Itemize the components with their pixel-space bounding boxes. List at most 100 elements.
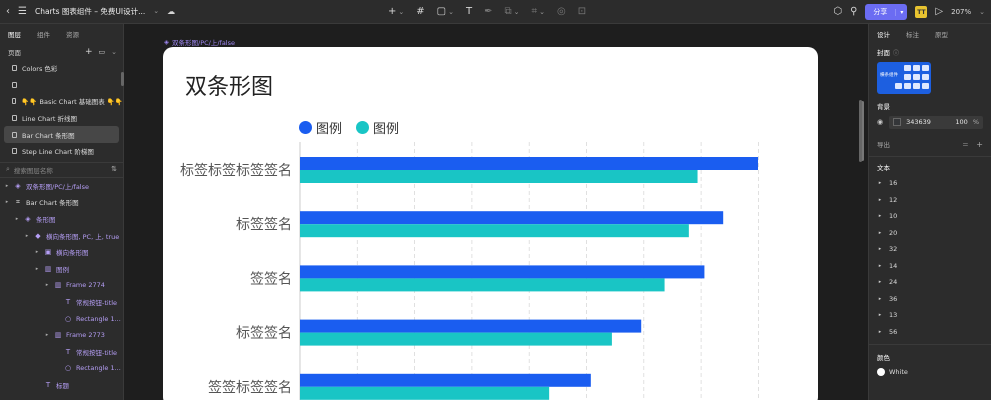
caret-icon[interactable]: ▸ bbox=[877, 180, 883, 186]
tab-prototype[interactable]: 原型 bbox=[935, 29, 948, 39]
plugin-icon[interactable]: ⬡ bbox=[833, 7, 842, 17]
bar-series-2[interactable] bbox=[300, 332, 612, 346]
caret-icon[interactable]: ▸ bbox=[4, 199, 10, 205]
search-input[interactable]: 搜索图层名称 bbox=[14, 165, 53, 175]
frame-label[interactable]: ◈ 双条形图/PC/上/false bbox=[164, 37, 235, 47]
folder-icon[interactable]: ▭ bbox=[99, 48, 106, 57]
layer-item[interactable]: ▸ ◈ 双条形图/PC/上/false bbox=[0, 178, 123, 195]
bar-series-2[interactable] bbox=[300, 170, 698, 183]
layer-item[interactable]: ▸ ▥ Frame 2774 bbox=[0, 277, 123, 294]
page-item[interactable]: Line Chart 折线图 bbox=[0, 110, 123, 127]
caret-icon[interactable]: ▸ bbox=[877, 197, 883, 203]
layer-item[interactable]: ▸ ◆ 横向条形图, PC, 上, true bbox=[0, 227, 123, 244]
page-item[interactable]: Step Line Chart 阶梯图 bbox=[0, 143, 123, 160]
text-style-item[interactable]: ▸ 10 bbox=[869, 208, 991, 225]
layer-search[interactable]: ⌕ 搜索图层名称 ⇅ bbox=[0, 161, 123, 178]
bar-series-2[interactable] bbox=[300, 278, 665, 292]
share-button[interactable]: 分享 ▾ bbox=[865, 4, 908, 20]
caret-icon[interactable]: ▸ bbox=[44, 282, 50, 288]
chevron-down-icon[interactable]: ⌄ bbox=[448, 8, 454, 16]
zoom-level[interactable]: 207% bbox=[951, 8, 971, 16]
settings-icon[interactable]: ⚌ bbox=[962, 140, 968, 149]
text-style-item[interactable]: ▸ 13 bbox=[869, 307, 991, 324]
tab-assets[interactable]: 资源 bbox=[66, 29, 79, 39]
bar-series-1[interactable] bbox=[300, 319, 642, 333]
bar-series-2[interactable] bbox=[300, 386, 550, 400]
layer-item[interactable]: T 标题 bbox=[0, 377, 123, 394]
page-item[interactable]: 👇👇 Basic Chart 基础图表 👇👇 bbox=[0, 93, 123, 110]
caret-icon[interactable]: ▸ bbox=[877, 312, 883, 318]
bar-series-1[interactable] bbox=[300, 373, 591, 387]
pen-tool-icon[interactable]: ✒ bbox=[484, 7, 492, 17]
chevron-down-icon[interactable]: ⌄ bbox=[153, 8, 159, 15]
slice-tool-icon[interactable]: ⊡ bbox=[578, 7, 586, 17]
chevron-down-icon[interactable]: ▾ bbox=[895, 8, 907, 16]
add-export-icon[interactable]: + bbox=[976, 140, 983, 149]
caret-icon[interactable]: ▸ bbox=[34, 266, 40, 272]
bar-series-1[interactable] bbox=[300, 265, 705, 279]
file-title[interactable]: Charts 图表组件 – 免费UI设计... bbox=[35, 6, 145, 17]
caret-icon[interactable]: ▸ bbox=[877, 296, 883, 302]
layer-item[interactable]: ▸ ▥ Frame 2773 bbox=[0, 327, 123, 344]
chevron-down-icon[interactable]: ⌄ bbox=[539, 8, 545, 16]
page-item[interactable]: Bar Chart 条形图 bbox=[4, 126, 119, 143]
rectangle-tool-icon[interactable]: ▢ bbox=[437, 7, 446, 17]
location-icon[interactable]: ⚲ bbox=[850, 7, 857, 17]
bar-series-1[interactable] bbox=[300, 157, 758, 170]
caret-icon[interactable]: ▸ bbox=[24, 233, 30, 239]
crop-tool-icon[interactable]: ⌗ bbox=[532, 7, 538, 17]
frame-tool-icon[interactable]: # bbox=[416, 7, 424, 17]
layer-item[interactable]: ○ Rectangle 1... bbox=[0, 360, 123, 377]
caret-icon[interactable]: ▸ bbox=[877, 246, 883, 252]
layer-item[interactable]: ○ Rectangle 1... bbox=[0, 310, 123, 327]
eye-icon[interactable]: ◉ bbox=[877, 118, 883, 126]
caret-icon[interactable]: ▸ bbox=[877, 230, 883, 236]
bar-series-1[interactable] bbox=[300, 211, 724, 225]
canvas[interactable]: ◈ 双条形图/PC/上/false 双条形图 图例 图例 标签标签标签签名 标签签… bbox=[124, 24, 868, 400]
text-style-item[interactable]: ▸ 12 bbox=[869, 192, 991, 209]
caret-icon[interactable]: ▸ bbox=[877, 263, 883, 269]
caret-icon[interactable]: ▸ bbox=[44, 332, 50, 338]
text-tool-icon[interactable]: T bbox=[466, 7, 472, 17]
text-style-item[interactable]: ▸ 20 bbox=[869, 225, 991, 242]
tab-design[interactable]: 设计 bbox=[877, 29, 890, 39]
play-icon[interactable]: ▷ bbox=[935, 7, 943, 17]
text-style-item[interactable]: ▸ 14 bbox=[869, 258, 991, 275]
color-style-white[interactable]: White bbox=[869, 365, 991, 379]
caret-icon[interactable]: ▸ bbox=[877, 213, 883, 219]
background-color-field[interactable]: 343639 100 % bbox=[889, 115, 983, 129]
panel-scrollbar[interactable] bbox=[859, 100, 862, 162]
bar-series-2[interactable] bbox=[300, 224, 689, 238]
layer-item[interactable]: T 常规按钮-title bbox=[0, 294, 123, 311]
layer-item[interactable]: ▸ ⌗ Bar Chart 条形图 bbox=[0, 194, 123, 211]
menu-icon[interactable]: ☰ bbox=[18, 6, 27, 17]
tab-layers[interactable]: 图层 bbox=[8, 29, 21, 39]
sort-icon[interactable]: ⇅ bbox=[111, 166, 117, 173]
layer-item[interactable]: T 常规按钮-title bbox=[0, 344, 123, 361]
chart-card[interactable]: 双条形图 图例 图例 标签标签标签签名 标签签名 签签名 标签签名 签签标签签名 bbox=[163, 47, 818, 400]
chevron-down-icon[interactable]: ⌄ bbox=[398, 8, 404, 16]
text-style-item[interactable]: ▸ 32 bbox=[869, 241, 991, 258]
background-hex[interactable]: 343639 bbox=[906, 118, 931, 126]
back-icon[interactable]: ‹ bbox=[6, 6, 10, 17]
avatar[interactable]: TT bbox=[915, 6, 928, 18]
mask-tool-icon[interactable]: ◎ bbox=[557, 7, 566, 17]
tab-annotate[interactable]: 标注 bbox=[906, 29, 919, 39]
page-item[interactable] bbox=[0, 77, 123, 94]
caret-icon[interactable]: ▸ bbox=[4, 183, 10, 189]
tab-components[interactable]: 组件 bbox=[37, 29, 50, 39]
add-page-icon[interactable]: + bbox=[85, 47, 93, 57]
layer-item[interactable]: ▸ ◈ 条形图 bbox=[0, 211, 123, 228]
caret-icon[interactable]: ▸ bbox=[877, 279, 883, 285]
page-item[interactable]: Colors 色彩 bbox=[0, 60, 123, 77]
caret-icon[interactable]: ▸ bbox=[34, 249, 40, 255]
layer-item[interactable]: ▸ ▣ 横向条形图 bbox=[0, 244, 123, 261]
background-swatch[interactable] bbox=[893, 118, 902, 126]
chevron-down-icon[interactable]: ⌄ bbox=[979, 8, 985, 16]
chevron-down-icon[interactable]: ⌄ bbox=[111, 48, 117, 57]
caret-icon[interactable]: ▸ bbox=[14, 216, 20, 222]
info-icon[interactable]: ⓘ bbox=[893, 48, 899, 57]
layer-item[interactable]: ▸ ▥ 图例 bbox=[0, 261, 123, 278]
cover-thumbnail[interactable]: 横条组件 bbox=[877, 62, 931, 94]
add-icon[interactable]: + bbox=[388, 7, 396, 17]
